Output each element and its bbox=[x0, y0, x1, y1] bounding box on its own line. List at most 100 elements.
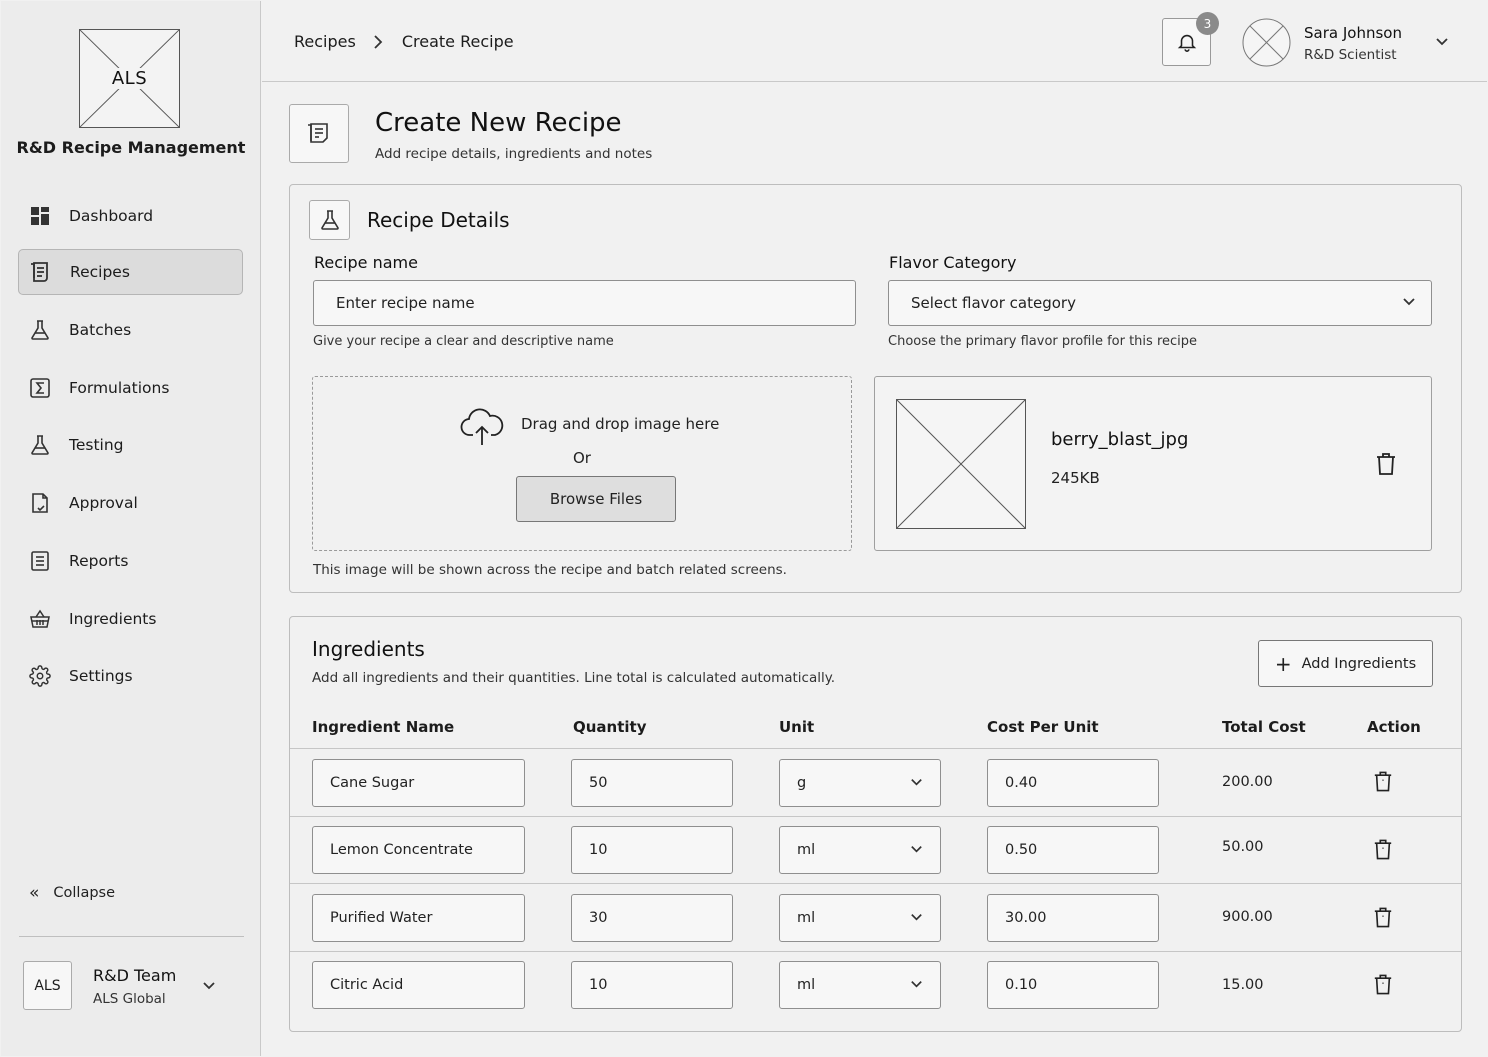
sidebar-item-label: Approval bbox=[69, 494, 138, 512]
table-divider bbox=[290, 951, 1461, 952]
ingredient-name-input[interactable] bbox=[312, 826, 525, 874]
sidebar-item-approval[interactable]: Approval bbox=[18, 480, 243, 526]
team-avatar: ALS bbox=[23, 961, 72, 1010]
avatar[interactable] bbox=[1242, 18, 1291, 67]
sidebar-item-testing[interactable]: Testing bbox=[18, 422, 243, 468]
cost-per-unit-input[interactable] bbox=[987, 759, 1159, 807]
sidebar-item-formulations[interactable]: Formulations bbox=[18, 365, 243, 411]
uploaded-file-card: berry_blast_jpg 245KB bbox=[874, 376, 1432, 551]
add-ingredients-button[interactable]: + Add Ingredients bbox=[1258, 640, 1433, 687]
sidebar-item-batches[interactable]: Batches bbox=[18, 307, 243, 353]
ingredient-name-input[interactable] bbox=[312, 759, 525, 807]
collapse-button[interactable]: « Collapse bbox=[29, 883, 115, 903]
browse-files-button[interactable]: Browse Files bbox=[516, 476, 676, 522]
recipe-name-label: Recipe name bbox=[314, 253, 418, 272]
file-thumbnail bbox=[896, 399, 1026, 529]
image-helper: This image will be shown across the reci… bbox=[313, 562, 787, 578]
column-header-total-cost: Total Cost bbox=[1222, 718, 1306, 736]
report-icon bbox=[28, 549, 52, 573]
bell-icon bbox=[1177, 34, 1196, 52]
recipe-book-icon bbox=[29, 260, 53, 284]
sidebar-item-label: Batches bbox=[69, 321, 132, 339]
ingredient-name-input[interactable] bbox=[312, 961, 525, 1009]
notification-badge: 3 bbox=[1196, 12, 1219, 35]
trash-icon[interactable] bbox=[1375, 452, 1397, 480]
unit-select[interactable]: ml bbox=[779, 961, 941, 1009]
chevron-down-icon bbox=[909, 976, 924, 995]
recipe-details-card: Recipe Details Recipe name Give your rec… bbox=[289, 184, 1462, 593]
sidebar-item-ingredients[interactable]: Ingredients bbox=[18, 596, 243, 642]
chevron-down-icon[interactable] bbox=[201, 977, 217, 997]
cost-per-unit-input[interactable] bbox=[987, 826, 1159, 874]
trash-icon[interactable] bbox=[1373, 838, 1393, 865]
sidebar-item-settings[interactable]: Settings bbox=[18, 653, 243, 699]
unit-select[interactable]: ml bbox=[779, 826, 941, 874]
chevron-down-icon bbox=[1401, 293, 1417, 313]
page-subtitle: Add recipe details, ingredients and note… bbox=[375, 146, 653, 162]
sidebar-item-reports[interactable]: Reports bbox=[18, 538, 243, 584]
add-ingredients-label: Add Ingredients bbox=[1301, 655, 1417, 672]
dropzone-or: Or bbox=[573, 449, 591, 467]
quantity-input[interactable] bbox=[571, 826, 733, 874]
unit-value: ml bbox=[797, 842, 816, 858]
sidebar-item-dashboard[interactable]: Dashboard bbox=[18, 193, 243, 239]
column-header-action: Action bbox=[1367, 718, 1421, 736]
ingredient-name-input[interactable] bbox=[312, 894, 525, 942]
cost-per-unit-input[interactable] bbox=[987, 961, 1159, 1009]
total-cost: 200.00 bbox=[1222, 774, 1273, 790]
unit-value: g bbox=[797, 775, 807, 791]
unit-select[interactable]: ml bbox=[779, 894, 941, 942]
team-switcher[interactable]: ALS R&D Team ALS Global bbox=[23, 961, 248, 1011]
user-name: Sara Johnson bbox=[1304, 24, 1402, 42]
sidebar-divider bbox=[19, 936, 244, 937]
image-dropzone[interactable]: Drag and drop image here Or Browse Files bbox=[312, 376, 852, 551]
column-header-unit: Unit bbox=[779, 718, 815, 736]
ingredients-card: Ingredients Add all ingredients and thei… bbox=[289, 616, 1462, 1032]
trash-icon[interactable] bbox=[1373, 973, 1393, 1000]
top-header: Recipes Create Recipe 3 Sara Johnson R&D… bbox=[262, 1, 1487, 82]
sidebar: ALS R&D Recipe Management Dashboard Reci… bbox=[1, 1, 261, 1056]
sidebar-item-label: Testing bbox=[69, 436, 124, 454]
logo: ALS bbox=[79, 29, 180, 128]
team-name: R&D Team bbox=[93, 966, 177, 985]
ingredients-subtitle: Add all ingredients and their quantities… bbox=[312, 670, 836, 686]
unit-value: ml bbox=[797, 977, 816, 993]
column-header-ingredient-name: Ingredient Name bbox=[312, 718, 455, 736]
page-title: Create New Recipe bbox=[375, 108, 622, 138]
breadcrumb-link-recipes[interactable]: Recipes bbox=[294, 32, 356, 51]
logo-text: ALS bbox=[108, 68, 151, 89]
recipe-name-helper: Give your recipe a clear and descriptive… bbox=[313, 334, 614, 349]
document-check-icon bbox=[28, 491, 52, 515]
total-cost: 15.00 bbox=[1222, 977, 1264, 993]
trash-icon[interactable] bbox=[1373, 906, 1393, 933]
chevron-double-left-icon: « bbox=[29, 883, 40, 903]
recipe-name-input[interactable] bbox=[313, 280, 856, 326]
app-name: R&D Recipe Management bbox=[16, 138, 246, 157]
sidebar-item-label: Dashboard bbox=[69, 207, 154, 225]
total-cost: 50.00 bbox=[1222, 839, 1264, 855]
flavor-category-helper: Choose the primary flavor profile for th… bbox=[888, 334, 1198, 349]
quantity-input[interactable] bbox=[571, 961, 733, 1009]
collapse-label: Collapse bbox=[53, 885, 116, 901]
cost-per-unit-input[interactable] bbox=[987, 894, 1159, 942]
sidebar-item-label: Reports bbox=[69, 552, 129, 570]
column-header-quantity: Quantity bbox=[573, 718, 647, 736]
unit-select[interactable]: g bbox=[779, 759, 941, 807]
dropzone-text: Drag and drop image here bbox=[521, 415, 720, 433]
flask-icon bbox=[309, 200, 350, 240]
chevron-down-icon bbox=[909, 909, 924, 928]
flavor-category-select[interactable]: Select flavor category bbox=[888, 280, 1432, 326]
image-placeholder-icon bbox=[896, 399, 1026, 529]
quantity-input[interactable] bbox=[571, 759, 733, 807]
chevron-down-icon[interactable] bbox=[1434, 33, 1450, 53]
unit-value: ml bbox=[797, 910, 816, 926]
table-divider bbox=[290, 816, 1461, 817]
trash-icon[interactable] bbox=[1373, 770, 1393, 797]
cloud-upload-icon bbox=[459, 407, 505, 451]
user-role: R&D Scientist bbox=[1304, 47, 1397, 63]
quantity-input[interactable] bbox=[571, 894, 733, 942]
file-name: berry_blast_jpg bbox=[1051, 429, 1189, 450]
dashboard-icon bbox=[28, 204, 52, 228]
table-divider bbox=[290, 748, 1461, 749]
sidebar-item-recipes[interactable]: Recipes bbox=[18, 249, 243, 295]
